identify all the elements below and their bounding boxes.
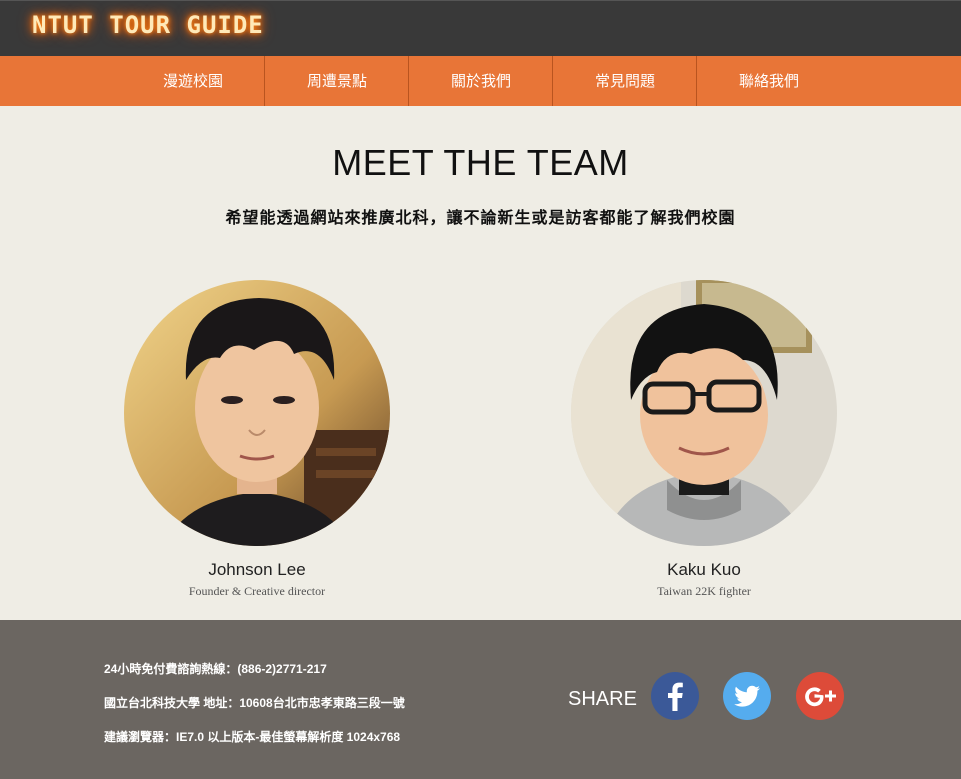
member-photo xyxy=(571,280,837,546)
footer-hotline: 24小時免付費諮詢熱線：(886-2)2771-217 xyxy=(104,662,327,676)
member-name: Johnson Lee xyxy=(208,560,306,579)
share-label: SHARE xyxy=(568,688,637,710)
nav-item-nearby-attractions[interactable]: 周遭景點 xyxy=(265,56,409,106)
footer-browser-note: 建議瀏覽器：IE7.0 以上版本-最佳螢幕解析度 1024x768 xyxy=(104,730,401,744)
footer-address: 國立台北科技大學 地址：10608台北市忠孝東路三段一號 xyxy=(104,696,405,710)
nav-item-contact-us[interactable]: 聯絡我們 xyxy=(697,56,841,106)
site-header: NTUT TOUR GUIDE xyxy=(0,0,961,57)
main-nav: 漫遊校園 周遭景點 關於我們 常見問題 聯絡我們 xyxy=(0,56,961,106)
google-plus-icon[interactable] xyxy=(796,672,844,720)
page-subtitle: 希望能透過網站來推廣北科，讓不論新生或是訪客都能了解我們校園 xyxy=(225,208,736,227)
nav-item-faq[interactable]: 常見問題 xyxy=(553,56,697,106)
facebook-icon[interactable] xyxy=(651,672,699,720)
site-footer: 24小時免付費諮詢熱線：(886-2)2771-217 國立台北科技大學 地址：… xyxy=(0,620,961,779)
member-role: Founder & Creative director xyxy=(188,584,326,598)
team-member-card: Johnson Lee Founder & Creative director xyxy=(123,280,391,599)
member-name: Kaku Kuo xyxy=(667,560,741,579)
site-logo[interactable]: NTUT TOUR GUIDE xyxy=(32,11,264,39)
nav-item-campus-tour[interactable]: 漫遊校園 xyxy=(121,56,265,106)
nav-item-about-us[interactable]: 關於我們 xyxy=(409,56,553,106)
member-photo xyxy=(124,280,390,546)
team-member-card: Kaku Kuo Taiwan 22K fighter xyxy=(570,280,838,599)
member-role: Taiwan 22K fighter xyxy=(657,584,751,598)
page-title: MEET THE TEAM xyxy=(332,142,629,183)
twitter-icon[interactable] xyxy=(723,672,771,720)
